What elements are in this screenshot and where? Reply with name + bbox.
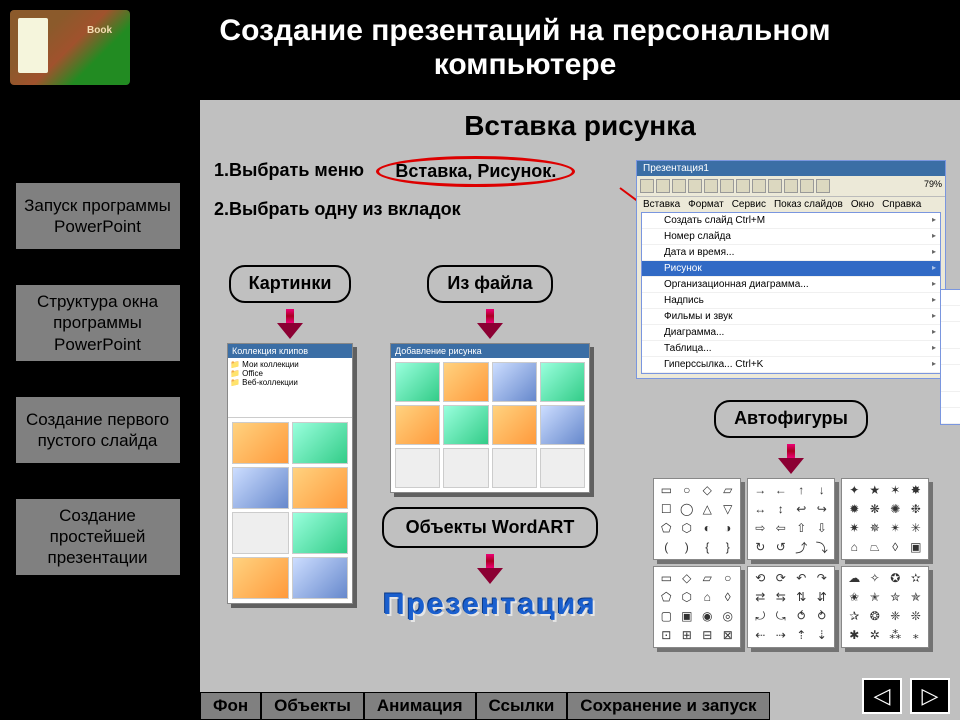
sidebar-item-first-slide[interactable]: Создание первого пустого слайда [13,394,183,466]
sidebar-item-label: Структура окна программы PowerPoint [20,291,176,355]
pp-titlebar: Презентация1 [637,161,945,176]
sidebar-item-label: Создание первого пустого слайда [20,409,176,452]
autoshapes-grid: ▭○◇▱☐◯△▽⬠⬡◐◑(){} →←↑↓↔↕↩↪⇨⇦⇧⇩↻↺⤴⤵ ✦★✶✸✹❋… [653,478,929,648]
tab-animation[interactable]: Анимация [364,692,476,720]
sidebar: Запуск программы PowerPoint Структура ок… [0,100,195,578]
pp-submenu: Картинки... Из файла... Со сканера или к… [940,289,960,425]
sidebar-item-structure[interactable]: Структура окна программы PowerPoint [13,282,183,364]
arrow-down-icon [778,444,804,474]
content-area: Вставка рисунка 1.Выбрать меню Вставка, … [200,100,960,720]
pp-dropdown: Создать слайд Ctrl+M Номер слайда Дата и… [641,212,941,374]
tag-fromfile: Из файла [427,265,552,303]
content-title: Вставка рисунка [200,110,960,142]
step1-highlight: Вставка, Рисунок. [376,156,575,187]
tag-autoshapes: Автофигуры [714,400,868,438]
sidebar-item-simple-pres[interactable]: Создание простейшей презентации [13,496,183,578]
wordart-sample: Презентация [383,588,597,622]
tab-objects[interactable]: Объекты [261,692,364,720]
tag-wordart: Объекты WordART [382,507,599,549]
pp-zoom: 79% [924,179,942,193]
bookworm-logo-icon [10,10,130,85]
bottom-tabs: Фон Объекты Анимация Ссылки Сохранение и… [200,692,770,720]
next-slide-button[interactable]: ▷ [910,678,950,714]
tab-links[interactable]: Ссылки [476,692,568,720]
tab-save-run[interactable]: Сохранение и запуск [567,692,769,720]
page-title: Создание презентаций на персональном ком… [130,14,960,82]
powerpoint-menu-preview: Презентация1 79% Вставка Формат Сервис П… [636,160,946,379]
tab-background[interactable]: Фон [200,692,261,720]
prev-slide-button[interactable]: ◁ [862,678,902,714]
pp-menubar: Вставка Формат Сервис Показ слайдов Окно… [637,197,945,212]
arrow-down-icon [477,309,503,339]
tag-pictures: Картинки [229,265,352,303]
sidebar-item-launch[interactable]: Запуск программы PowerPoint [13,180,183,252]
step1-prefix: 1.Выбрать меню [214,160,364,180]
sidebar-item-label: Создание простейшей презентации [20,505,176,569]
arrow-down-icon [277,309,303,339]
arrow-down-icon [477,554,503,584]
sidebar-item-label: Запуск программы PowerPoint [20,195,176,238]
